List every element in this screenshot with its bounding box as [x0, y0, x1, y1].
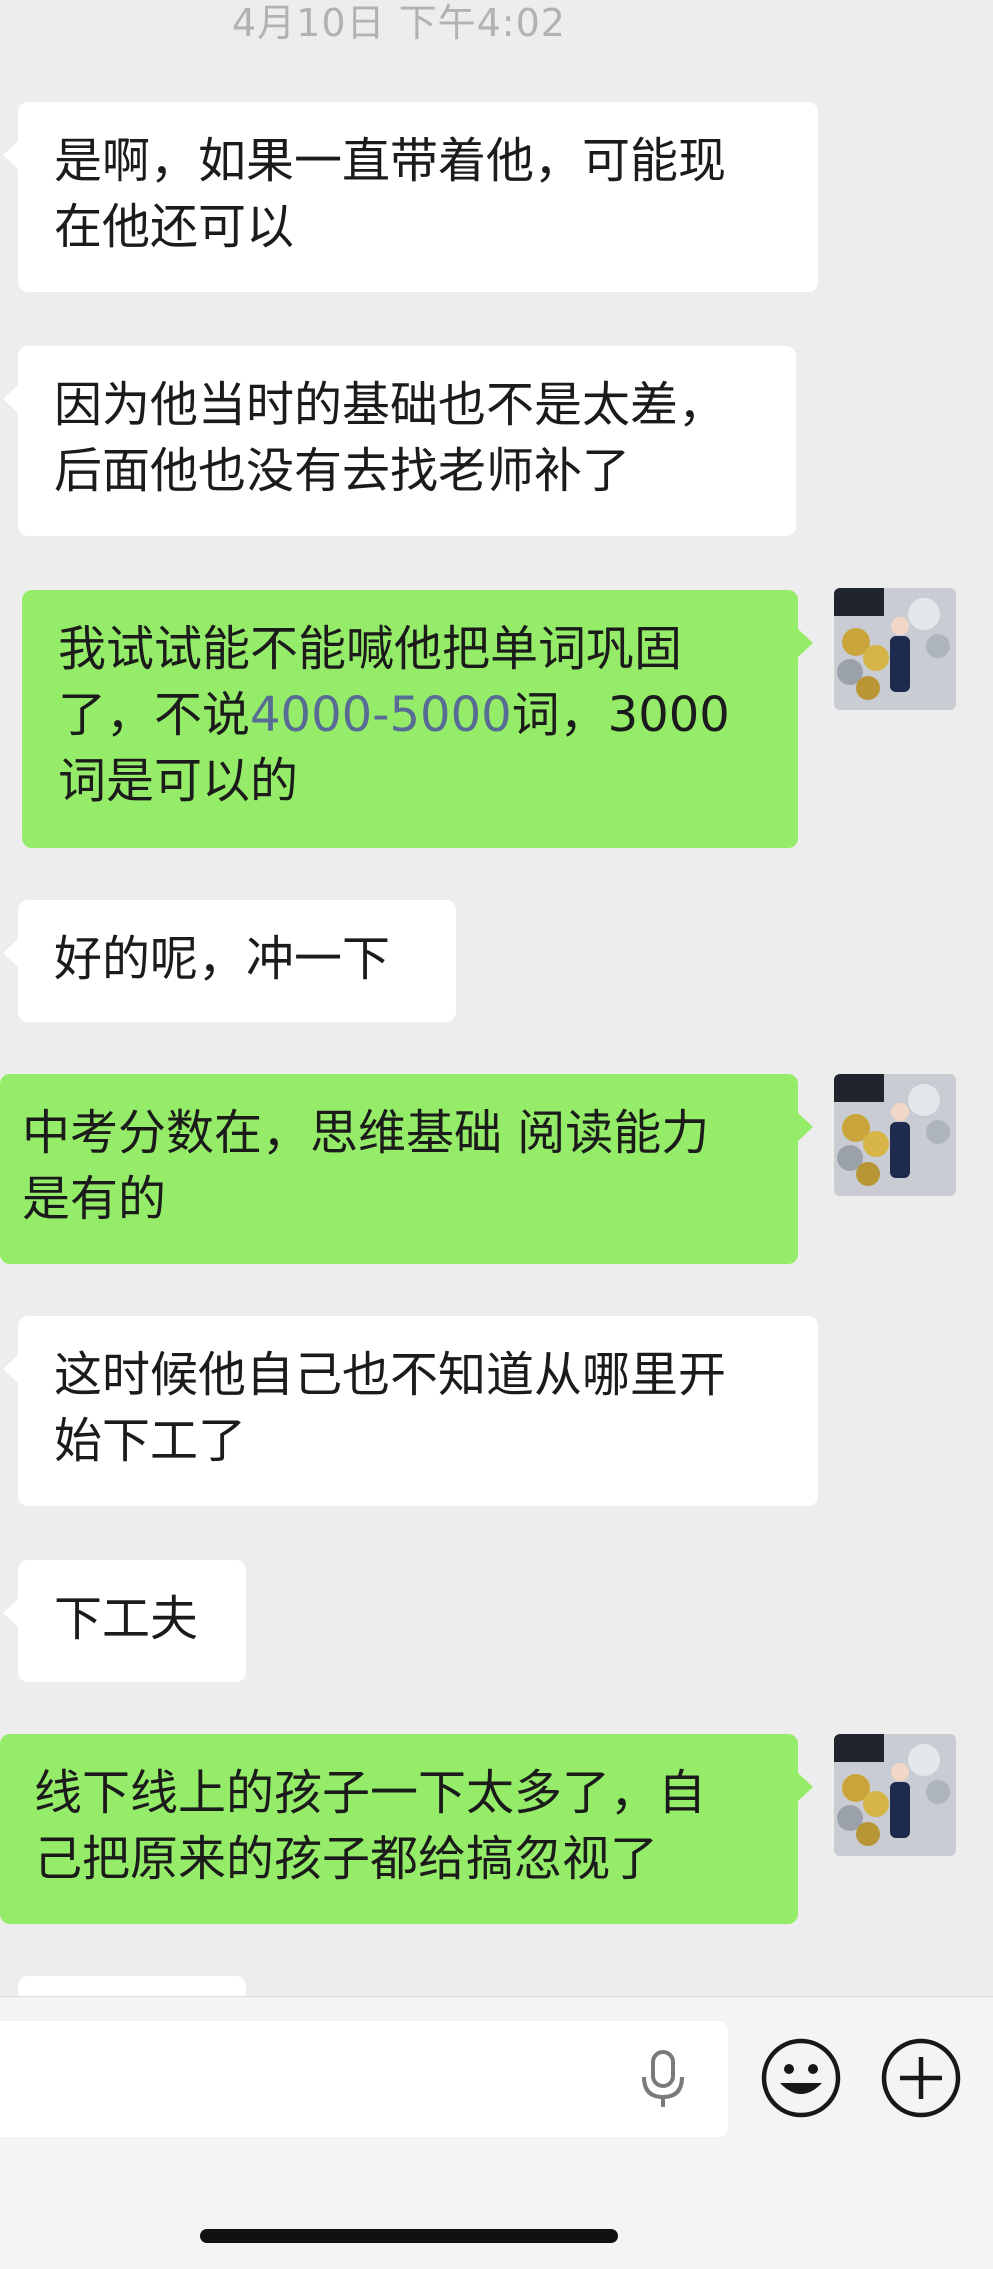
- smiley-face-icon[interactable]: [760, 2037, 842, 2119]
- home-indicator[interactable]: [200, 2229, 618, 2243]
- plus-circle-icon[interactable]: [880, 2037, 962, 2119]
- microphone-icon[interactable]: [636, 2049, 690, 2109]
- avatar[interactable]: [834, 1074, 956, 1196]
- avatar[interactable]: [834, 588, 956, 710]
- message-left-5[interactable]: 下工夫: [3, 1560, 246, 1682]
- message-left-1[interactable]: 是啊，如果一直带着他，可能现 在他还可以: [3, 102, 818, 292]
- input-bar: [0, 1996, 993, 2269]
- avatar[interactable]: [834, 1734, 956, 1856]
- message-left-4[interactable]: 这时候他自己也不知道从哪里开 始下工了: [3, 1316, 818, 1506]
- message-right-3[interactable]: 线下线上的孩子一下太多了，自 己把原来的孩子都给搞忽视了: [0, 1734, 813, 1924]
- message-input[interactable]: [0, 2021, 728, 2137]
- message-left-2[interactable]: 因为他当时的基础也不是太差， 后面他也没有去找老师补了: [3, 346, 796, 536]
- message-left-3[interactable]: 好的呢，冲一下: [3, 900, 456, 1022]
- number-link[interactable]: 4000-5000: [250, 687, 512, 743]
- timestamp: 4月10日 下午4:02: [232, 1, 566, 45]
- message-right-1[interactable]: 我试试能不能喊他把单词巩固 了，不说4000-5000词，3000 词是可以的: [22, 590, 813, 848]
- message-right-2[interactable]: 中考分数在，思维基础 阅读能力 是有的: [0, 1074, 813, 1264]
